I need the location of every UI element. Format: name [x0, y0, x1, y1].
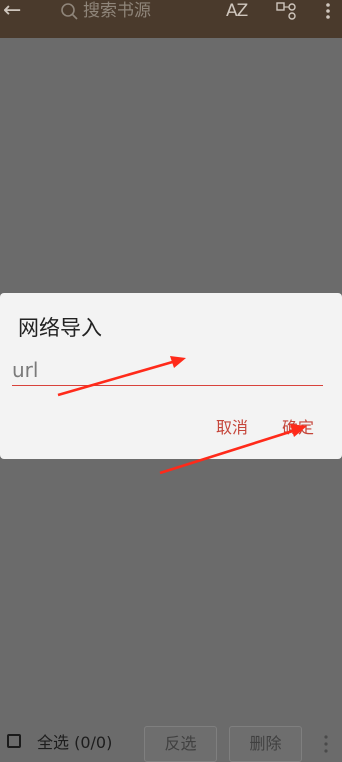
invert-selection-button[interactable]: 反选 — [144, 726, 217, 762]
top-toolbar: ← 搜索书源 AZ — [0, 0, 342, 38]
network-import-dialog: 网络导入 取消 确定 — [0, 293, 342, 459]
sort-az-button[interactable]: AZ — [226, 0, 248, 22]
search-icon[interactable] — [60, 1, 80, 21]
more-vert-icon[interactable] — [324, 1, 332, 21]
select-all-label[interactable]: 全选 (0/0) — [37, 732, 112, 754]
group-icon[interactable] — [276, 1, 298, 21]
url-input[interactable] — [12, 355, 323, 386]
cancel-button[interactable]: 取消 — [216, 417, 248, 439]
more-vert-icon[interactable] — [323, 734, 329, 754]
delete-button[interactable]: 删除 — [229, 726, 302, 762]
back-arrow-icon[interactable]: ← — [3, 0, 21, 24]
search-input[interactable]: 搜索书源 — [83, 0, 151, 22]
dialog-title: 网络导入 — [18, 316, 102, 340]
confirm-button[interactable]: 确定 — [282, 417, 314, 439]
bottom-action-bar: 全选 (0/0) 反选 删除 — [0, 722, 342, 762]
select-all-checkbox[interactable] — [7, 734, 21, 748]
